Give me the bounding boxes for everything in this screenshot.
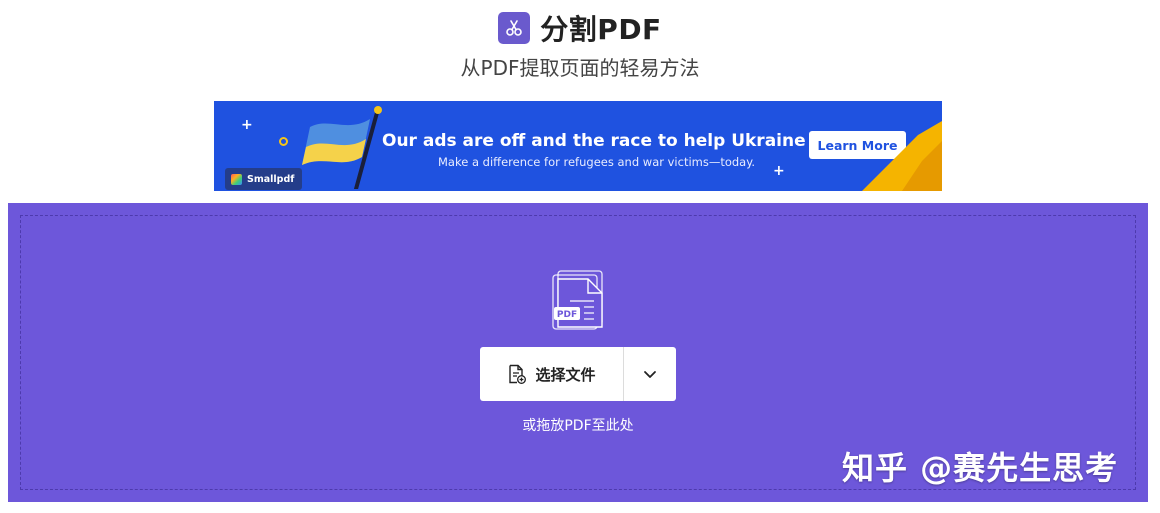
smallpdf-brand-name: Smallpdf bbox=[247, 173, 295, 185]
ad-subline: Make a difference for refugees and war v… bbox=[438, 155, 756, 169]
drop-hint: 或拖放PDF至此处 bbox=[522, 418, 634, 434]
ad-banner[interactable]: + + Our ads are off and the race to help… bbox=[214, 101, 942, 191]
smallpdf-badge: Smallpdf bbox=[225, 168, 303, 190]
page-title: 分割PDF bbox=[540, 13, 662, 46]
smallpdf-logo-icon bbox=[231, 173, 242, 185]
sparkle-plus-icon: + bbox=[241, 117, 253, 133]
pdf-files-icon: PDF bbox=[552, 270, 603, 330]
ukraine-flag-icon bbox=[302, 106, 382, 189]
title-row: 分割PDF bbox=[0, 8, 1160, 48]
choose-source-dropdown[interactable] bbox=[624, 347, 676, 401]
file-add-icon bbox=[509, 364, 527, 384]
file-drop-zone[interactable]: PDF 选择文件 或拖放PDF至此处 知乎 @赛先生思考 bbox=[8, 203, 1148, 502]
watermark-text: 知乎 @赛先生思考 bbox=[842, 449, 1119, 487]
chevron-down-icon bbox=[644, 371, 656, 378]
choose-file-button[interactable]: 选择文件 bbox=[480, 347, 624, 401]
page-header: 分割PDF 从PDF提取页面的轻易方法 bbox=[0, 8, 1160, 81]
pdf-illustration-label: PDF bbox=[557, 310, 577, 320]
choose-file-group[interactable]: 选择文件 bbox=[480, 347, 676, 401]
page-subtitle: 从PDF提取页面的轻易方法 bbox=[460, 56, 700, 80]
scissors-icon bbox=[498, 12, 531, 44]
choose-file-label: 选择文件 bbox=[535, 365, 596, 384]
sparkle-dot-icon bbox=[279, 137, 288, 146]
ad-headline: Our ads are off and the race to help Ukr… bbox=[382, 131, 858, 151]
sparkle-plus-icon: + bbox=[773, 163, 785, 179]
ad-corner-shape bbox=[862, 121, 942, 191]
